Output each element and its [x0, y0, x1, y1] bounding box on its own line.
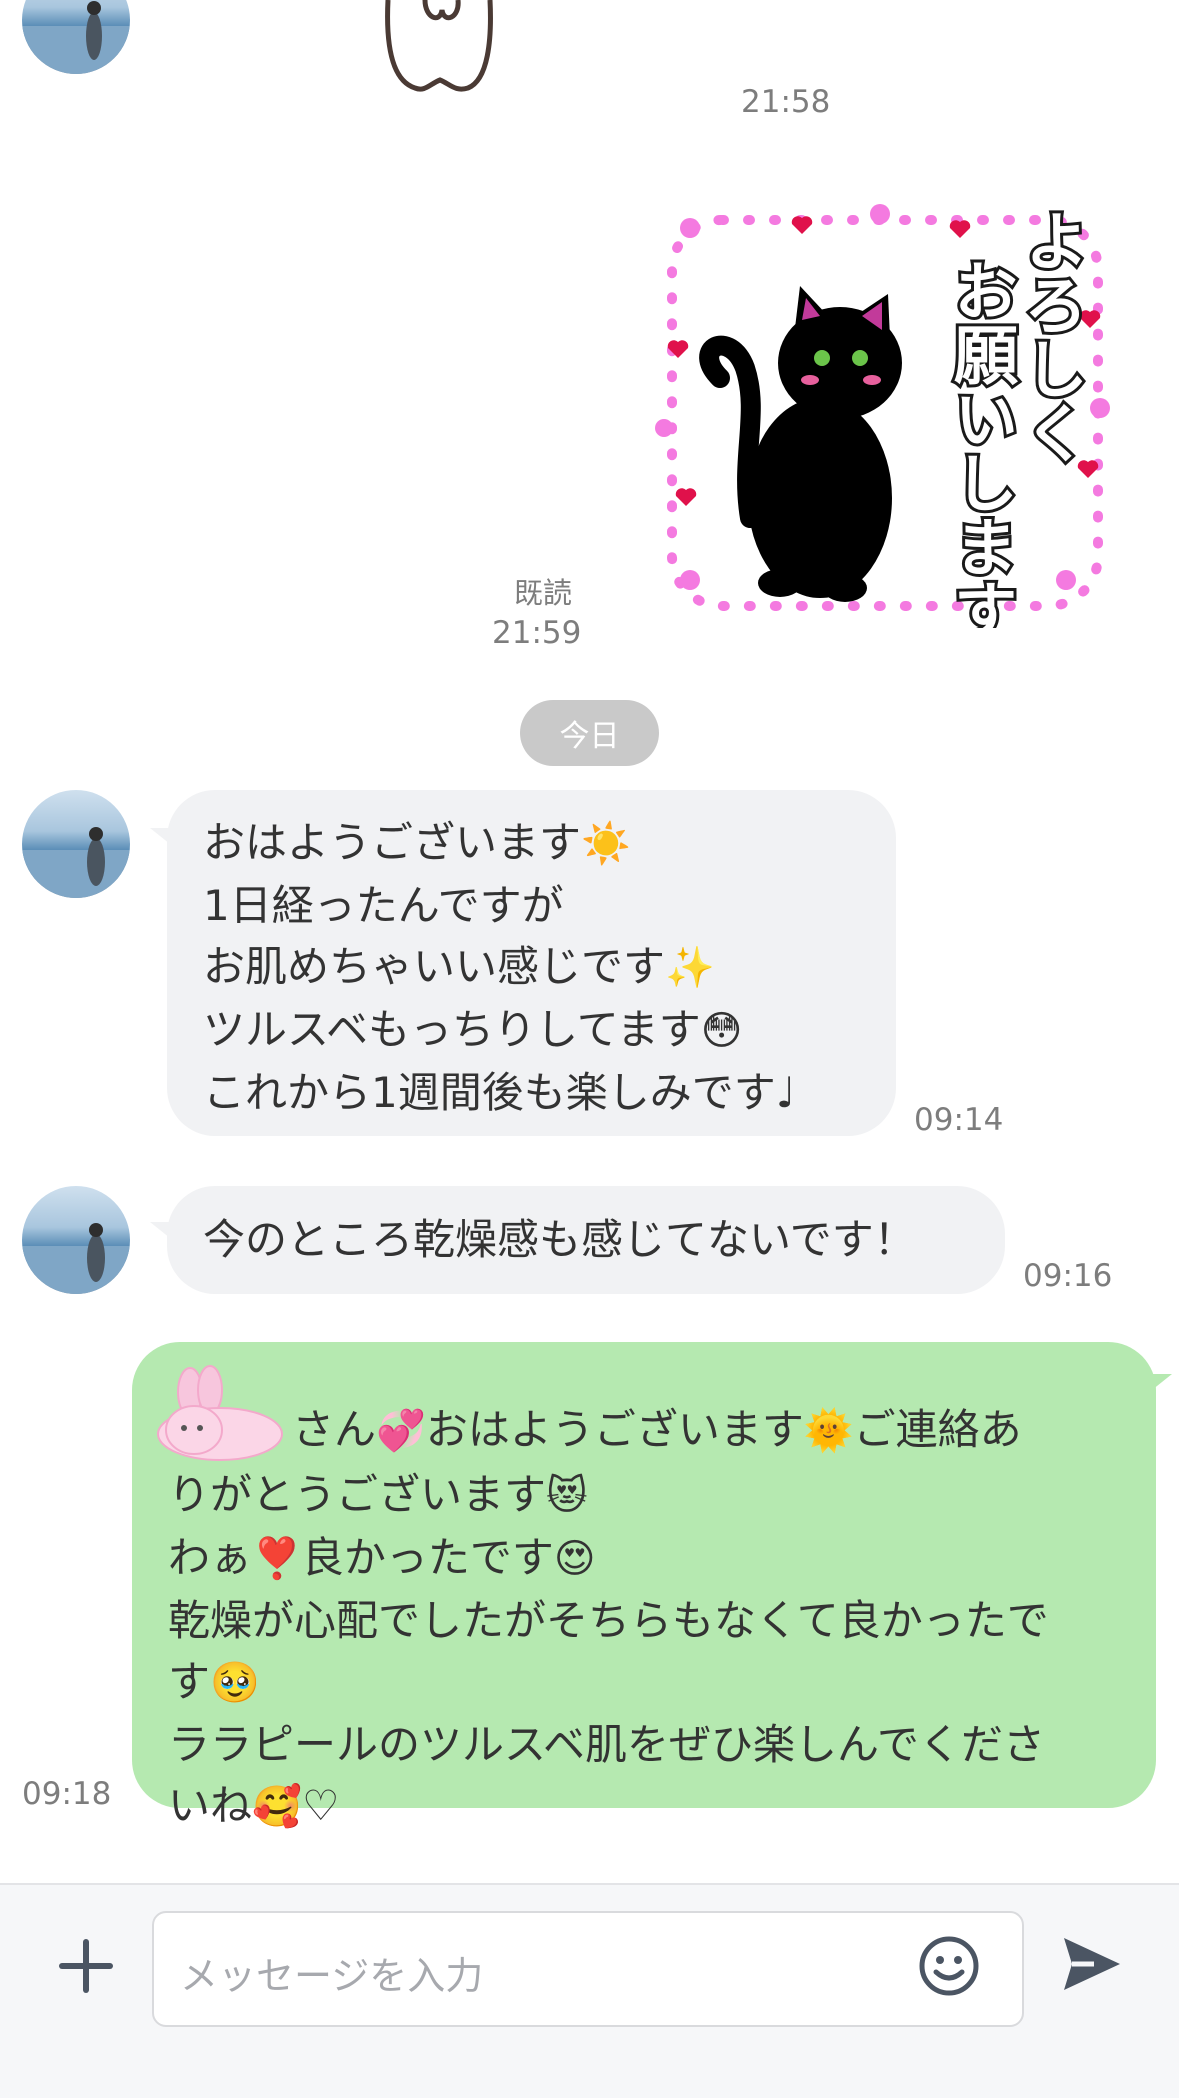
heart-eyes-emoji: 😍 — [553, 1536, 596, 1582]
avatar-photo — [22, 827, 130, 898]
date-divider: 今日 — [520, 700, 659, 766]
previous-sticker — [385, 0, 493, 92]
message-line: さん💞おはようございます🌞ご連絡あ — [157, 1364, 1120, 1464]
message-time: 09:18 — [22, 1776, 112, 1812]
sticker-text-2: お願いします — [943, 258, 1018, 628]
plus-icon[interactable] — [56, 1936, 116, 1996]
message-line: ララピールのツルスベ肌をぜひ楽しんでくださ — [168, 1720, 1045, 1769]
read-receipt: 既読 — [514, 576, 573, 610]
contact-avatar[interactable] — [22, 790, 130, 898]
avatar-photo — [22, 1, 130, 74]
message-line: りがとうございます😻 — [168, 1470, 588, 1519]
message-line: 1日経ったんですが — [203, 881, 564, 930]
sun-emoji: ☀️ — [581, 821, 631, 867]
sun-face-emoji: 🌞 — [803, 1408, 854, 1454]
message-time: 09:14 — [914, 1102, 1004, 1138]
message-line: これから1週間後も楽しみです♩ — [203, 1068, 796, 1117]
message-line: ツルスベもっちりしてます😳 — [203, 1005, 743, 1054]
message-time: 09:16 — [1023, 1258, 1113, 1294]
contact-avatar[interactable] — [22, 1186, 130, 1294]
cat-sticker[interactable]: よろしく お願いします — [650, 198, 1120, 628]
hearts-emoji: 💞 — [376, 1408, 426, 1454]
avatar-photo — [22, 1223, 130, 1294]
message-line: わぁ❣️良かったです😍 — [168, 1533, 596, 1582]
message-time: 21:58 — [741, 84, 831, 120]
message-line: 乾燥が心配でしたがそちらもなくて良かったで — [168, 1596, 1049, 1645]
message-line: 今のところ乾燥感も感じてないです！ — [203, 1215, 916, 1264]
outgoing-message-bubble[interactable]: さん💞おはようございます🌞ご連絡あ りがとうございます😻 わぁ❣️良かったです😍… — [132, 1342, 1156, 1830]
pleading-emoji: 🥹 — [210, 1660, 260, 1706]
sparkles-emoji: ✨ — [665, 945, 715, 991]
heart-eyes-cat-emoji: 😻 — [546, 1473, 588, 1519]
message-line: す🥹 — [168, 1657, 260, 1706]
sticker-text-1: よろしく — [1013, 208, 1087, 464]
incoming-message-bubble[interactable]: 今のところ乾燥感も感じてないです！ — [167, 1186, 1005, 1294]
message-line: おはようございます☀️ — [203, 818, 631, 867]
incoming-message-bubble[interactable]: おはようございます☀️ 1日経ったんですが お肌めちゃいい感じです✨ ツルスベも… — [167, 790, 896, 1136]
contact-avatar[interactable] — [22, 0, 130, 74]
heart-exclamation-emoji: ❣️ — [252, 1536, 302, 1582]
smiley-icon[interactable] — [917, 1934, 981, 1998]
bunny-sticker-icon — [157, 1365, 283, 1461]
message-time: 21:59 — [492, 615, 582, 651]
message-line: いね🥰♡ — [168, 1781, 340, 1830]
smiling-hearts-emoji: 🥰 — [252, 1784, 302, 1830]
message-input-placeholder: メッセージを入力 — [180, 1954, 484, 1998]
send-icon[interactable] — [1058, 1932, 1124, 1996]
message-line: お肌めちゃいい感じです✨ — [203, 942, 715, 991]
flushed-emoji: 😳 — [700, 1008, 743, 1054]
